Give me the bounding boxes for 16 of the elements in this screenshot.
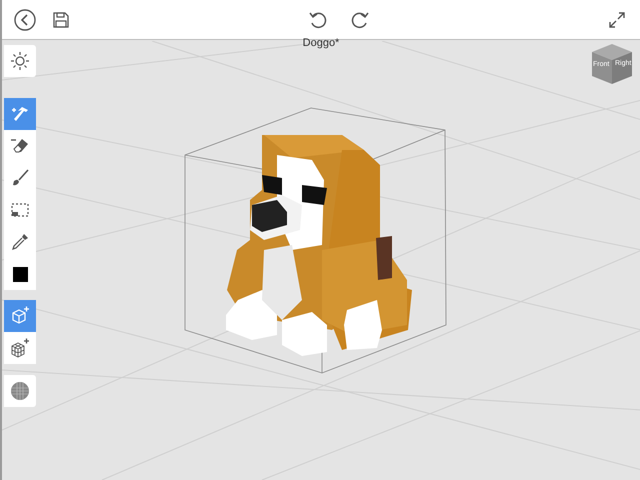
voxel-grid-plus-icon: [10, 338, 30, 358]
expand-icon: [609, 12, 625, 28]
save-icon: [52, 10, 70, 28]
brush-icon: [10, 168, 30, 188]
lighting-button[interactable]: [4, 45, 36, 77]
eyedropper-icon: [10, 232, 30, 252]
sun-icon: [11, 52, 29, 70]
build-tool-button[interactable]: [4, 98, 36, 130]
single-tool-button[interactable]: [4, 300, 36, 332]
undo-icon: [308, 10, 328, 30]
voxel-grid-button[interactable]: [4, 375, 36, 407]
grid-sphere-icon: [10, 381, 30, 401]
redo-icon: [350, 10, 370, 30]
cube-plus-icon: [10, 306, 30, 326]
back-icon: [14, 8, 36, 30]
document-title: Doggo*: [302, 36, 340, 50]
